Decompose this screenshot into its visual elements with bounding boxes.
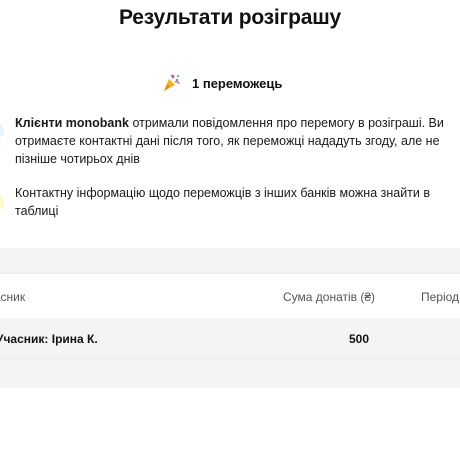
notice-monobank-bold: Клієнти monobank: [15, 116, 129, 130]
cell-donations-sum: 500: [349, 332, 370, 346]
winners-summary: 1 переможець: [0, 74, 460, 94]
table-row: Учасник: Ірина К. 500: [0, 318, 460, 358]
notice-other-banks-text: Контактну інформацію щодо переможців з і…: [15, 186, 431, 218]
cell-participant-name: Учасник: Ірина К.: [0, 332, 98, 346]
page-title: Результати розіграшу: [119, 6, 341, 29]
note-dot-blue: [0, 123, 4, 139]
note-dot-yellow: [0, 195, 4, 211]
column-header-participant: Учасник: [0, 290, 26, 304]
notice-other-banks: Контактну інформацію щодо переможців з і…: [15, 184, 457, 220]
notice-monobank: Клієнти monobank отримали повідомлення п…: [15, 114, 457, 168]
column-header-period: Період: [421, 290, 460, 304]
winners-table: Учасник Сума донатів (₴) Період Учасник:…: [0, 273, 460, 359]
winners-count: 1 переможець: [192, 76, 283, 91]
party-popper-icon: [161, 73, 181, 93]
column-header-donations-sum: Сума донатів (₴): [283, 290, 376, 304]
